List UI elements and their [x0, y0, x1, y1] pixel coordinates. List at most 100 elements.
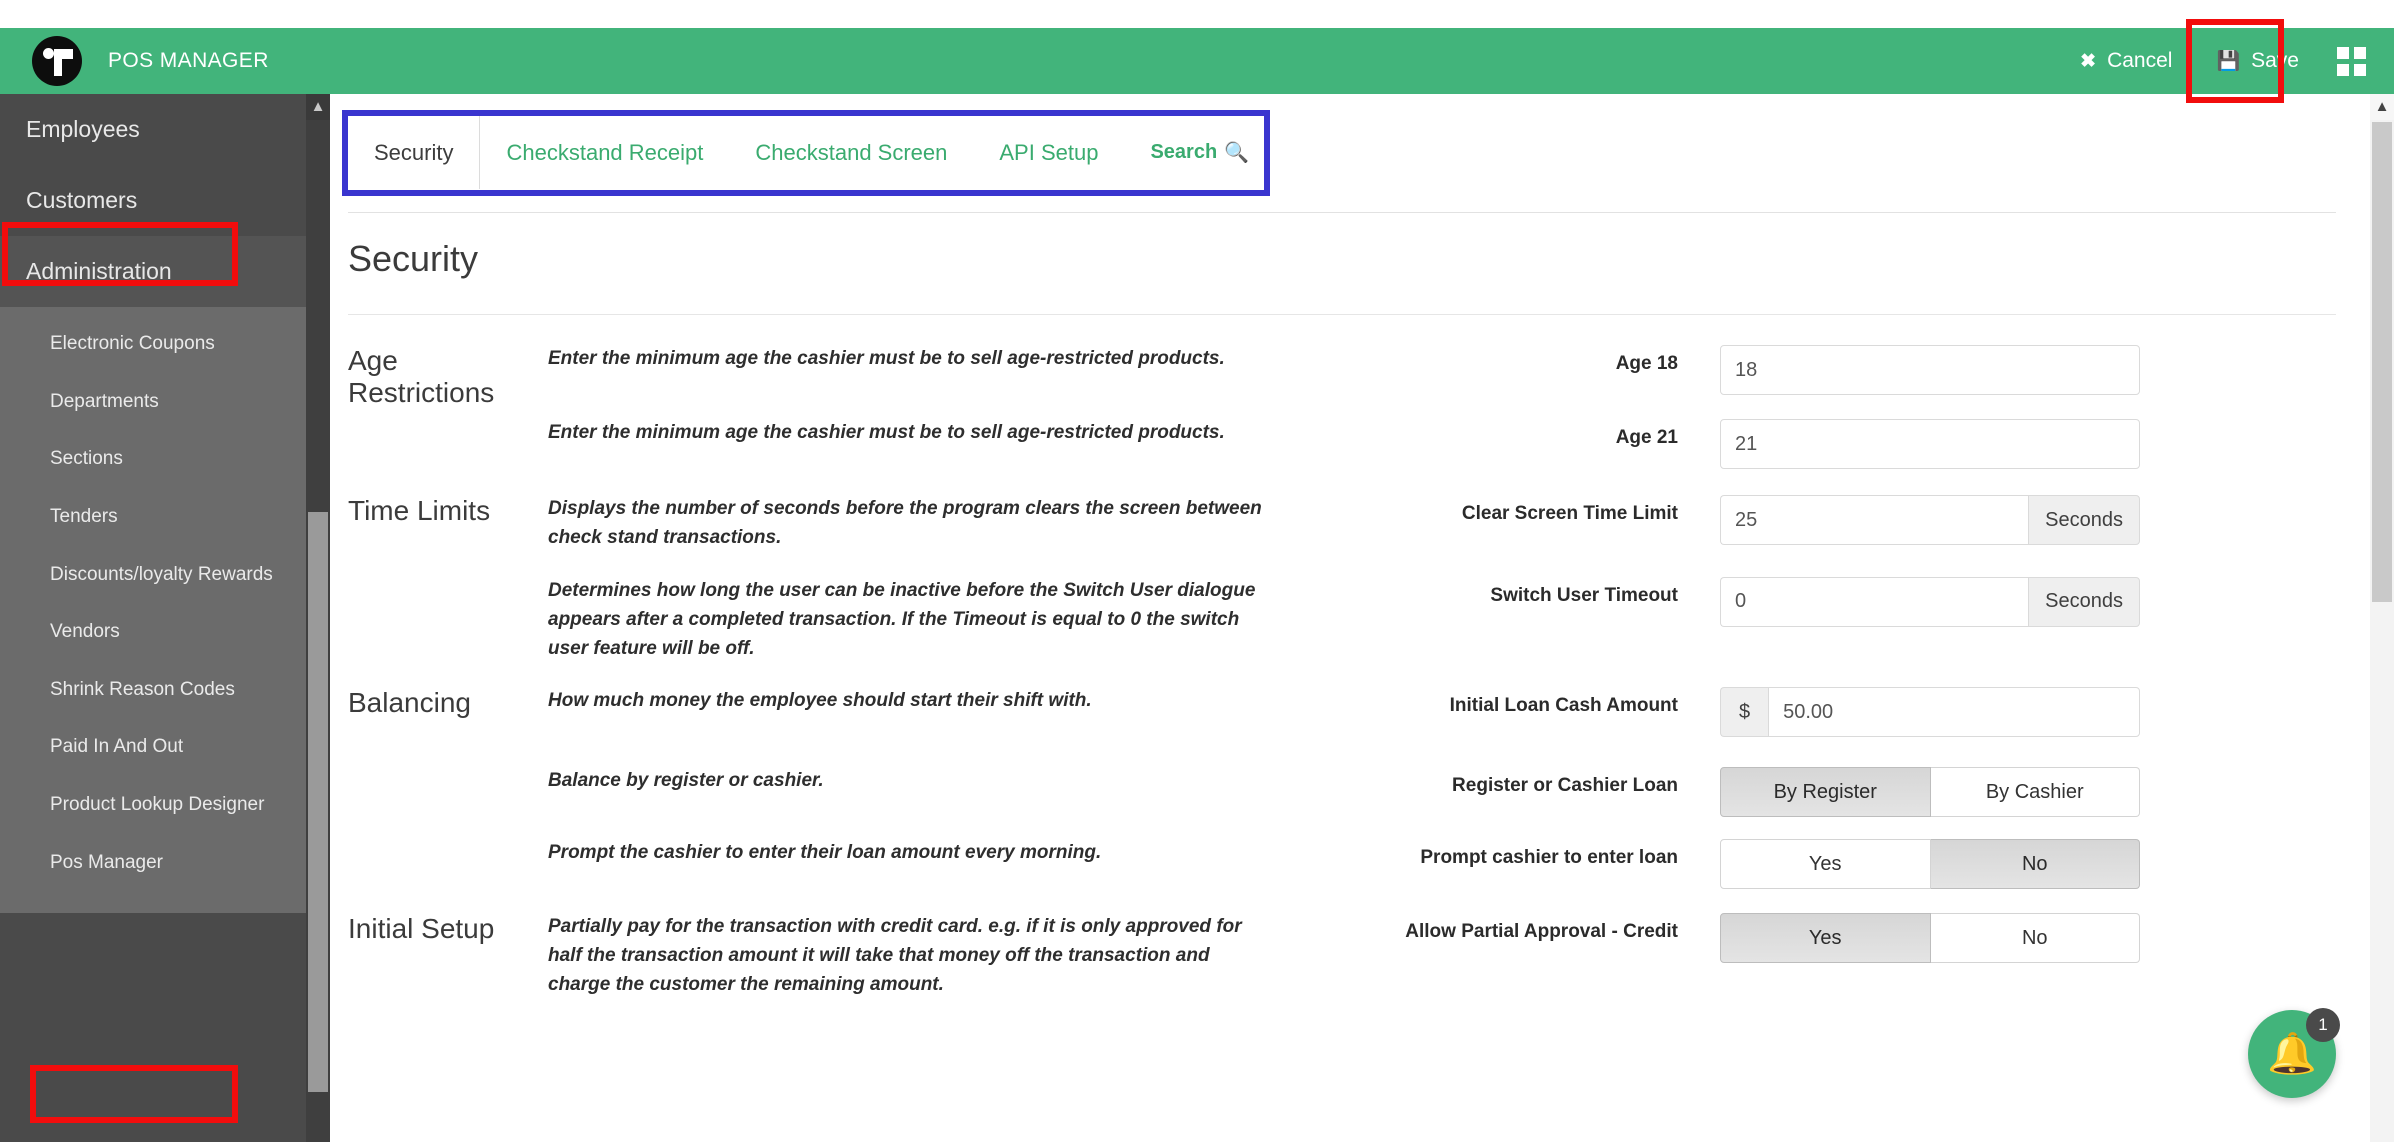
row-description: Partially pay for the transaction with c…: [548, 913, 1308, 1000]
cancel-button-label: Cancel: [2107, 49, 2172, 73]
sidebar-item-sections[interactable]: Sections: [0, 430, 306, 488]
save-button[interactable]: 💾 Save: [2194, 28, 2321, 94]
grid-square-1: [2337, 47, 2349, 59]
toggle-partial-yes[interactable]: Yes: [1720, 913, 1931, 963]
sidebar-item-label: Employees: [26, 116, 140, 142]
header-actions: ✖ Cancel 💾 Save: [2058, 28, 2394, 94]
bell-icon: 🔔: [2267, 1034, 2317, 1074]
tab-bar: Security Checkstand Receipt Checkstand S…: [348, 116, 1275, 190]
sidebar-item-electronic-coupons[interactable]: Electronic Coupons: [0, 315, 306, 373]
sidebar-item-shrink-reason-codes[interactable]: Shrink Reason Codes: [0, 661, 306, 719]
tab-search[interactable]: Search 🔍: [1124, 116, 1275, 189]
chevron-up-icon[interactable]: ▲: [306, 94, 330, 120]
sidebar-scrollbar-thumb[interactable]: [308, 512, 328, 1092]
section-age-restrictions: Age Restrictions Enter the minimum age t…: [330, 345, 2370, 487]
row-field: $ 50.00: [1678, 687, 2098, 737]
submenu-item-label: Vendors: [50, 621, 120, 642]
age-21-input[interactable]: 21: [1720, 419, 2140, 469]
top-header-bar: POS MANAGER ✖ Cancel 💾 Save: [0, 28, 2394, 94]
toggle-by-register[interactable]: By Register: [1720, 767, 1931, 817]
save-button-wrapper: 💾 Save: [2194, 28, 2321, 94]
row-label: Prompt cashier to enter loan: [1308, 839, 1678, 869]
grid-apps-icon[interactable]: [2337, 47, 2366, 76]
close-x-icon: ✖: [2080, 52, 2096, 71]
submenu-item-label: Discounts/loyalty Rewards: [50, 564, 273, 585]
notification-bell-button[interactable]: 🔔 1: [2248, 1010, 2336, 1098]
cancel-button[interactable]: ✖ Cancel: [2058, 28, 2194, 94]
app-root: POS MANAGER ✖ Cancel 💾 Save: [0, 0, 2394, 1142]
sidebar-item-customers[interactable]: Customers: [0, 165, 306, 236]
page-title: Security: [348, 238, 2370, 280]
row-label: Allow Partial Approval - Credit: [1308, 913, 1678, 943]
row-field: Yes No: [1678, 913, 2098, 963]
switch-user-timeout-input[interactable]: 0: [1720, 577, 2028, 627]
tab-label: API Setup: [999, 140, 1098, 166]
app-title: POS MANAGER: [108, 49, 269, 73]
tab-label: Search: [1150, 141, 1217, 164]
page-scrollbar[interactable]: ▲: [2370, 94, 2394, 1142]
row-label: Clear Screen Time Limit: [1308, 495, 1678, 525]
row-field: Yes No: [1678, 839, 2098, 889]
sidebar-item-discounts-loyalty-rewards[interactable]: Discounts/loyalty Rewards: [0, 546, 306, 604]
tab-checkstand-screen[interactable]: Checkstand Screen: [729, 116, 973, 189]
tab-bar-underline: [348, 212, 2336, 213]
clear-screen-time-limit-input[interactable]: 25: [1720, 495, 2028, 545]
floppy-disk-icon: 💾: [2216, 52, 2240, 71]
submenu-item-label: Electronic Coupons: [50, 333, 215, 354]
age-18-input[interactable]: 18: [1720, 345, 2140, 395]
tab-checkstand-receipt[interactable]: Checkstand Receipt: [480, 116, 729, 189]
form-row-clear-screen-time-limit: Displays the number of seconds before th…: [548, 495, 2370, 553]
submenu-item-label: Product Lookup Designer: [50, 794, 264, 815]
form-row-switch-user-timeout: Determines how long the user can be inac…: [548, 577, 2370, 664]
sidebar-item-administration[interactable]: Administration: [0, 236, 306, 307]
administration-submenu: Electronic Coupons Departments Sections …: [0, 307, 306, 913]
switch-user-timeout-group: 0 Seconds: [1720, 577, 2140, 627]
section-group-title: Age Restrictions: [330, 345, 548, 409]
section-balancing: Balancing How much money the employee sh…: [330, 687, 2370, 907]
seconds-addon: Seconds: [2028, 495, 2140, 545]
tab-security[interactable]: Security: [348, 116, 480, 189]
grid-square-2: [2354, 47, 2366, 59]
toggle-by-cashier[interactable]: By Cashier: [1931, 767, 2141, 817]
tab-label: Checkstand Receipt: [506, 140, 703, 166]
submenu-item-label: Tenders: [50, 506, 118, 527]
page-scrollbar-thumb[interactable]: [2372, 122, 2392, 602]
form-row-register-or-cashier-loan: Balance by register or cashier. Register…: [548, 767, 2370, 817]
sidebar-item-departments[interactable]: Departments: [0, 373, 306, 431]
sidebar-item-tenders[interactable]: Tenders: [0, 488, 306, 546]
toggle-prompt-no[interactable]: No: [1931, 839, 2141, 889]
tab-label: Security: [374, 140, 453, 166]
t-logo-icon: [32, 36, 82, 86]
row-description: Prompt the cashier to enter their loan a…: [548, 839, 1308, 868]
sidebar-item-vendors[interactable]: Vendors: [0, 603, 306, 661]
section-group-title: Balancing: [330, 687, 548, 719]
sidebar-item-employees[interactable]: Employees: [0, 94, 306, 165]
chevron-up-icon[interactable]: ▲: [2370, 94, 2394, 120]
logo-dot-shape: [43, 48, 54, 59]
initial-loan-cash-amount-input[interactable]: 50.00: [1768, 687, 2140, 737]
toggle-partial-no[interactable]: No: [1931, 913, 2141, 963]
row-label: Initial Loan Cash Amount: [1308, 687, 1678, 717]
prompt-cashier-toggle: Yes No: [1720, 839, 2140, 889]
notification-count-badge: 1: [2306, 1008, 2340, 1042]
submenu-item-label: Sections: [50, 448, 123, 469]
main-content: Security Checkstand Receipt Checkstand S…: [330, 94, 2370, 1142]
row-label: Switch User Timeout: [1308, 577, 1678, 607]
form-row-initial-loan-cash-amount: How much money the employee should start…: [548, 687, 2370, 737]
sidebar-scrollbar[interactable]: ▲: [306, 94, 330, 1142]
sidebar-nav: Employees Customers Administration Elect…: [0, 94, 330, 1142]
row-label: Age 18: [1308, 345, 1678, 375]
sidebar-item-pos-manager[interactable]: Pos Manager: [0, 834, 306, 892]
section-group-title: Initial Setup: [330, 913, 548, 945]
section-initial-setup: Initial Setup Partially pay for the tran…: [330, 913, 2370, 1000]
row-description: Enter the minimum age the cashier must b…: [548, 345, 1308, 374]
sidebar-item-paid-in-and-out[interactable]: Paid In And Out: [0, 718, 306, 776]
submenu-item-label: Departments: [50, 391, 159, 412]
pos-manager-annotation-box: [30, 1065, 238, 1123]
sidebar-item-product-lookup-designer[interactable]: Product Lookup Designer: [0, 776, 306, 834]
tab-api-setup[interactable]: API Setup: [973, 116, 1124, 189]
row-description: Enter the minimum age the cashier must b…: [548, 419, 1308, 448]
row-label: Register or Cashier Loan: [1308, 767, 1678, 797]
row-field: By Register By Cashier: [1678, 767, 2098, 817]
toggle-prompt-yes[interactable]: Yes: [1720, 839, 1931, 889]
